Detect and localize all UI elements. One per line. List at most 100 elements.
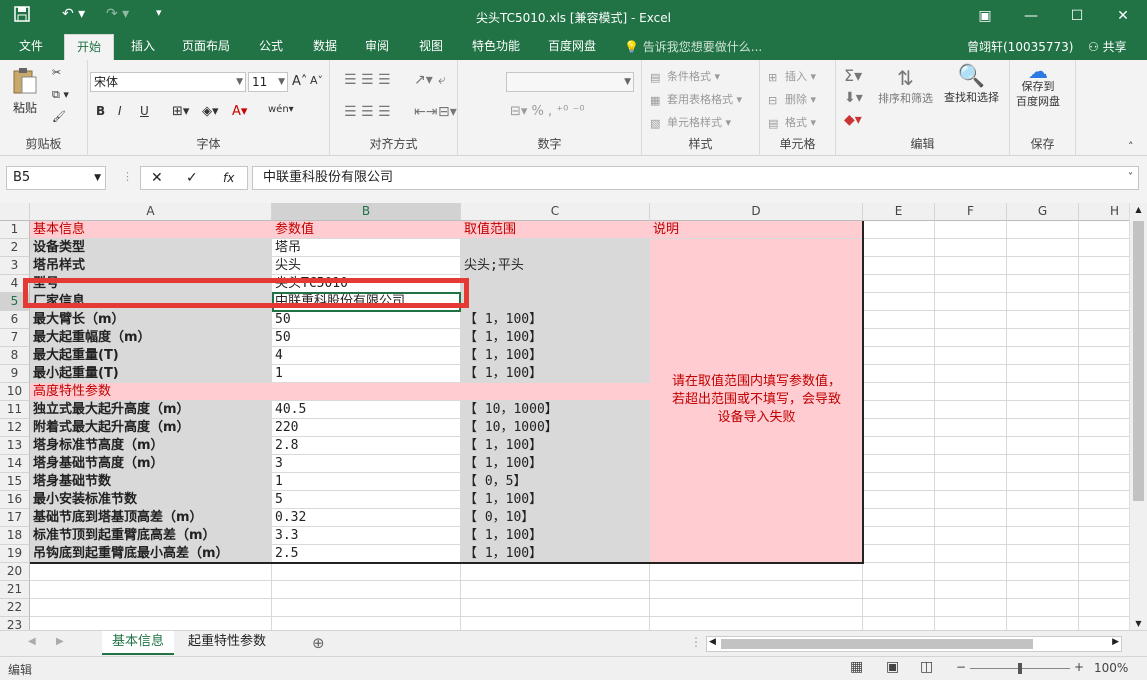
grid-cell[interactable]: [863, 437, 935, 455]
grid-cell[interactable]: [935, 509, 1007, 527]
grid-cell[interactable]: [935, 473, 1007, 491]
italic-button[interactable]: I: [118, 104, 122, 118]
row-header[interactable]: 13: [0, 437, 30, 455]
param-label-cell[interactable]: 塔身基础节高度（m）: [30, 455, 272, 473]
page-break-view-icon[interactable]: ◫: [920, 659, 933, 675]
param-label-cell[interactable]: 塔身标准节高度（m）: [30, 437, 272, 455]
grid-cell[interactable]: [1007, 365, 1079, 383]
row-header[interactable]: 23: [0, 617, 30, 630]
grid-cell[interactable]: [30, 563, 272, 581]
range-cell[interactable]: [461, 293, 650, 311]
phonetic-icon[interactable]: wén▾: [268, 104, 294, 115]
grid-cell[interactable]: [1079, 221, 1129, 239]
row-header[interactable]: 6: [0, 311, 30, 329]
grid-cell[interactable]: [863, 239, 935, 257]
borders-icon[interactable]: ⊞▾: [172, 104, 189, 119]
note-header-cell[interactable]: 说明: [650, 221, 863, 239]
range-cell[interactable]: [461, 383, 650, 401]
row-header[interactable]: 12: [0, 419, 30, 437]
param-label-cell[interactable]: 独立式最大起升高度（m）: [30, 401, 272, 419]
param-label-cell[interactable]: 最大臂长（m）: [30, 311, 272, 329]
number-format-select[interactable]: ▼: [506, 72, 634, 92]
grid-cell[interactable]: [935, 401, 1007, 419]
align-top-icon[interactable]: ☰ ☰ ☰: [344, 72, 391, 88]
grid-cell[interactable]: [1007, 455, 1079, 473]
grid-cell[interactable]: [863, 401, 935, 419]
grid-cell[interactable]: [1007, 581, 1079, 599]
grid-cell[interactable]: [272, 581, 461, 599]
grid-cell[interactable]: [1079, 563, 1129, 581]
grid-cell[interactable]: [935, 383, 1007, 401]
grid-cell[interactable]: [1007, 527, 1079, 545]
range-cell[interactable]: [461, 275, 650, 293]
grid-cell[interactable]: [30, 617, 272, 630]
row-header[interactable]: 18: [0, 527, 30, 545]
row-header[interactable]: 19: [0, 545, 30, 563]
vertical-scrollbar[interactable]: ▲ ▼: [1129, 203, 1147, 630]
minimize-button[interactable]: —: [1016, 5, 1046, 27]
column-header[interactable]: F: [935, 203, 1007, 221]
row-header[interactable]: 16: [0, 491, 30, 509]
range-cell[interactable]: 【 1，100】: [461, 437, 650, 455]
format-as-table-button[interactable]: ▦ 套用表格格式 ▾: [650, 91, 742, 107]
formula-input[interactable]: 中联重科股份有限公司: [252, 166, 1139, 190]
grid-cell[interactable]: [935, 347, 1007, 365]
name-box[interactable]: B5 ▼: [6, 166, 106, 190]
autosum-icon[interactable]: Σ▾: [844, 66, 862, 85]
grid-cell[interactable]: [1007, 419, 1079, 437]
grid-cell[interactable]: [935, 275, 1007, 293]
row-header[interactable]: 4: [0, 275, 30, 293]
grid-cell[interactable]: [863, 419, 935, 437]
row-header[interactable]: 11: [0, 401, 30, 419]
grid-cell[interactable]: [1007, 311, 1079, 329]
row-header[interactable]: 17: [0, 509, 30, 527]
page-layout-view-icon[interactable]: ▣: [886, 659, 899, 675]
normal-view-icon[interactable]: ▦: [850, 659, 863, 675]
range-cell[interactable]: 【 0，10】: [461, 509, 650, 527]
grid-cell[interactable]: [272, 617, 461, 630]
font-name-select[interactable]: 宋体 ▼: [90, 72, 246, 92]
font-color-icon[interactable]: A▾: [232, 104, 247, 119]
row-header[interactable]: 5: [0, 293, 30, 311]
column-header[interactable]: A: [30, 203, 272, 221]
param-value-cell[interactable]: 50: [272, 311, 461, 329]
param-value-cell[interactable]: 50: [272, 329, 461, 347]
param-value-cell[interactable]: [272, 383, 461, 401]
param-label-cell[interactable]: 基本信息: [30, 221, 272, 239]
grid-cell[interactable]: [935, 437, 1007, 455]
note-text[interactable]: 请在取值范围内填写参数值， 若超出范围或不填写，会导致 设备导入失败: [650, 239, 863, 563]
grid-cell[interactable]: [461, 581, 650, 599]
grid-cell[interactable]: [863, 491, 935, 509]
param-value-cell[interactable]: 40.5: [272, 401, 461, 419]
tab-file[interactable]: 文件: [8, 34, 54, 60]
range-cell[interactable]: 【 1，100】: [461, 545, 650, 563]
grid-cell[interactable]: [1007, 329, 1079, 347]
grid-cell[interactable]: [935, 581, 1007, 599]
column-header[interactable]: G: [1007, 203, 1079, 221]
range-cell[interactable]: 【 0，5】: [461, 473, 650, 491]
grid-cell[interactable]: [1007, 257, 1079, 275]
grid-cell[interactable]: [935, 491, 1007, 509]
grid-cell[interactable]: [935, 599, 1007, 617]
grid-cell[interactable]: [1079, 455, 1129, 473]
orientation-icon[interactable]: ↗▾: [414, 72, 433, 88]
shrink-font-icon[interactable]: A˅: [310, 74, 323, 87]
fill-icon[interactable]: ⬇▾: [844, 90, 863, 106]
range-cell[interactable]: 【 1，100】: [461, 311, 650, 329]
grid-cell[interactable]: [863, 563, 935, 581]
grid-cell[interactable]: [935, 293, 1007, 311]
param-value-cell[interactable]: 1: [272, 473, 461, 491]
tab-splitter-icon[interactable]: ⋮: [690, 635, 702, 649]
grid-cell[interactable]: [1079, 401, 1129, 419]
grid-cell[interactable]: [863, 527, 935, 545]
grid-cell[interactable]: [863, 455, 935, 473]
grid-cell[interactable]: [1079, 257, 1129, 275]
zoom-slider-handle[interactable]: [1018, 663, 1022, 674]
grid-cell[interactable]: [863, 581, 935, 599]
grid-cell[interactable]: [1007, 545, 1079, 563]
grid-cell[interactable]: [863, 599, 935, 617]
param-value-cell[interactable]: 0.32: [272, 509, 461, 527]
percent-icon[interactable]: ⊟▾ % , ⁺⁰ ⁻⁰: [510, 104, 585, 119]
param-label-cell[interactable]: 塔身基础节数: [30, 473, 272, 491]
format-painter-icon[interactable]: 🖌: [52, 110, 66, 123]
